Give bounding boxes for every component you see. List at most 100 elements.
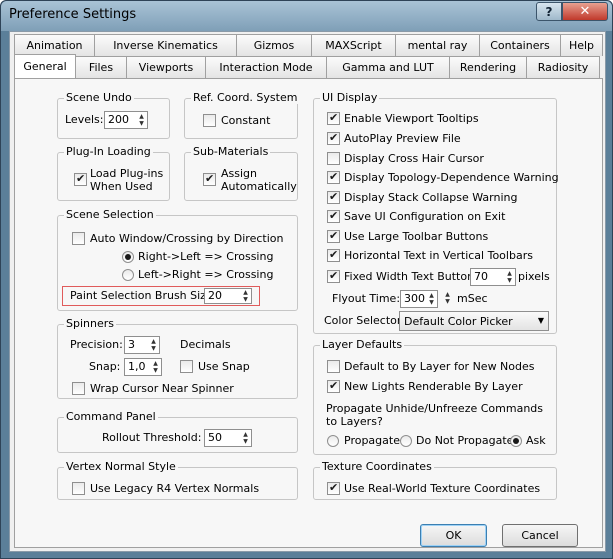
decimals-label: Decimals [180,338,231,351]
default-by-layer-checkbox[interactable] [327,360,340,373]
constant-checkbox[interactable] [203,114,216,127]
auto-window-checkbox[interactable] [72,232,85,245]
help-icon: ? [545,4,553,19]
spinner-arrows-icon[interactable]: ▲ ▼ [241,431,250,445]
topology-warning-label: Display Topology-Dependence Warning [344,171,559,184]
tab-containers[interactable]: Containers [479,34,561,56]
enable-viewport-tooltips-label: Enable Viewport Tooltips [344,112,479,125]
wrap-cursor-checkbox[interactable] [72,382,85,395]
spinner-arrows-icon[interactable]: ▲ ▼ [137,113,146,127]
spinner-arrows-icon[interactable]: ▲ ▼ [427,292,436,306]
tab-rendering[interactable]: Rendering [449,56,527,78]
tab-gizmos[interactable]: Gizmos [236,34,312,56]
precision-spinner[interactable]: 3 ▲ ▼ [124,336,160,354]
close-button[interactable]: ✕ [562,2,608,21]
rollout-threshold-label: Rollout Threshold: [102,431,202,444]
title-bar[interactable]: Preference Settings ? ✕ [1,1,612,31]
precision-label: Precision: [70,338,123,351]
new-lights-renderable-checkbox[interactable] [327,379,340,393]
help-button[interactable]: ? [536,2,562,21]
tab-radiosity[interactable]: Radiosity [526,56,600,78]
spinner-arrows-icon[interactable]: ▲ ▼ [241,289,250,303]
tab-mental-ray[interactable]: mental ray [395,34,480,56]
spinners-title: Spinners [64,317,116,330]
brush-size-spinner[interactable]: 20 ▲ ▼ [204,288,252,304]
spinner-arrows-icon[interactable]: ▲ ▼ [149,338,158,352]
texture-coordinates-group: Texture Coordinates Use Real-World Textu… [313,460,557,500]
tab-gamma-and-lut[interactable]: Gamma and LUT [326,56,450,78]
enable-viewport-tooltips-checkbox[interactable] [327,111,340,125]
tab-interaction-mode[interactable]: Interaction Mode [205,56,327,78]
levels-spinner[interactable]: 200 ▲ ▼ [104,111,148,129]
do-not-propagate-radio[interactable] [400,435,412,447]
tab-inverse-kinematics[interactable]: Inverse Kinematics [94,34,237,56]
brush-size-label: Paint Selection Brush Size [70,289,213,302]
right-left-radio[interactable] [122,251,134,263]
fixed-width-text-checkbox[interactable] [327,269,340,283]
tab-animation[interactable]: Animation [14,34,95,56]
load-plugins-checkbox[interactable] [74,172,87,186]
sub-materials-group: Sub-Materials Assign Automatically [184,145,298,201]
ref-coord-title: Ref. Coord. System [191,91,300,104]
ok-button[interactable]: OK [420,524,487,547]
color-selector-label: Color Selector: [324,314,405,327]
autoplay-preview-checkbox[interactable] [327,131,340,145]
scene-undo-group: Scene Undo Levels: 200 ▲ ▼ [57,91,170,139]
autoplay-preview-label: AutoPlay Preview File [344,132,461,145]
propagate-question-line-1: Propagate Unhide/Unfreeze Commands [326,402,543,415]
fixed-width-spinner[interactable]: 70 ▲ ▼ [470,268,516,286]
snap-label: Snap: [89,360,121,373]
tab-viewports[interactable]: Viewports [126,56,206,78]
assign-automatically-checkbox[interactable] [203,172,216,186]
spinner-arrows-icon[interactable]: ▲ ▼ [151,360,160,374]
ui-display-title: UI Display [320,91,380,104]
tab-help[interactable]: Help [560,34,603,56]
fixed-width-text-label: Fixed Width Text Buttons: [344,270,484,283]
scene-selection-title: Scene Selection [64,208,156,221]
use-snap-checkbox[interactable] [180,360,193,373]
scene-undo-title: Scene Undo [64,91,134,104]
large-toolbar-buttons-checkbox[interactable] [327,229,340,243]
use-snap-label: Use Snap [198,360,250,373]
legacy-normals-checkbox[interactable] [72,482,85,495]
tab-maxscript[interactable]: MAXScript [311,34,396,56]
assign-label-2: Automatically [221,180,297,193]
propagate-radio[interactable] [327,435,339,447]
color-selector-dropdown[interactable]: Default Color Picker ▼ [399,311,549,331]
topology-warning-checkbox[interactable] [327,170,340,184]
texture-coordinates-title: Texture Coordinates [320,460,434,473]
legacy-normals-label: Use Legacy R4 Vertex Normals [90,482,260,495]
ui-display-group: UI Display Enable Viewport Tooltips Auto… [313,91,559,334]
real-world-texture-checkbox[interactable] [327,481,340,495]
pixels-label: pixels [518,270,550,283]
spinners-group: Spinners Precision: 3 ▲ ▼ Decimals Snap: … [57,317,298,399]
flyout-time-spinner[interactable]: 300 ▲ ▼ [400,290,438,308]
flyout-spin-arrows[interactable]: ▲ ▼ [440,290,452,308]
tab-files[interactable]: Files [75,56,127,78]
ref-coord-group: Ref. Coord. System Constant [184,91,300,139]
ask-radio[interactable] [510,435,522,447]
spinner-arrows-icon[interactable]: ▲ ▼ [443,291,452,305]
cross-hair-cursor-checkbox[interactable] [327,152,340,165]
propagate-label: Propagate [344,434,400,447]
vertex-normal-title: Vertex Normal Style [64,460,178,473]
cross-hair-cursor-label: Display Cross Hair Cursor [344,152,484,165]
constant-label: Constant [221,114,271,127]
spinner-arrows-icon[interactable]: ▲ ▼ [505,270,514,284]
preference-settings-window: Preference Settings ? ✕ Animation Invers… [0,0,613,559]
save-ui-config-checkbox[interactable] [327,209,340,223]
left-right-label: Left->Right => Crossing [138,268,274,281]
snap-spinner[interactable]: 1,0 ▲ ▼ [124,358,162,376]
left-right-radio[interactable] [122,269,134,281]
do-not-propagate-label: Do Not Propagate [416,434,514,447]
stack-collapse-warning-checkbox[interactable] [327,190,340,204]
levels-label: Levels: [65,113,104,126]
save-ui-config-label: Save UI Configuration on Exit [344,210,506,223]
auto-window-label: Auto Window/Crossing by Direction [90,232,284,245]
assign-label-1: Assign [221,167,257,180]
horizontal-text-checkbox[interactable] [327,248,340,262]
cancel-button[interactable]: Cancel [502,524,578,547]
wrap-cursor-label: Wrap Cursor Near Spinner [90,382,234,395]
rollout-threshold-spinner[interactable]: 50 ▲ ▼ [204,429,252,447]
tab-general[interactable]: General [14,54,76,78]
